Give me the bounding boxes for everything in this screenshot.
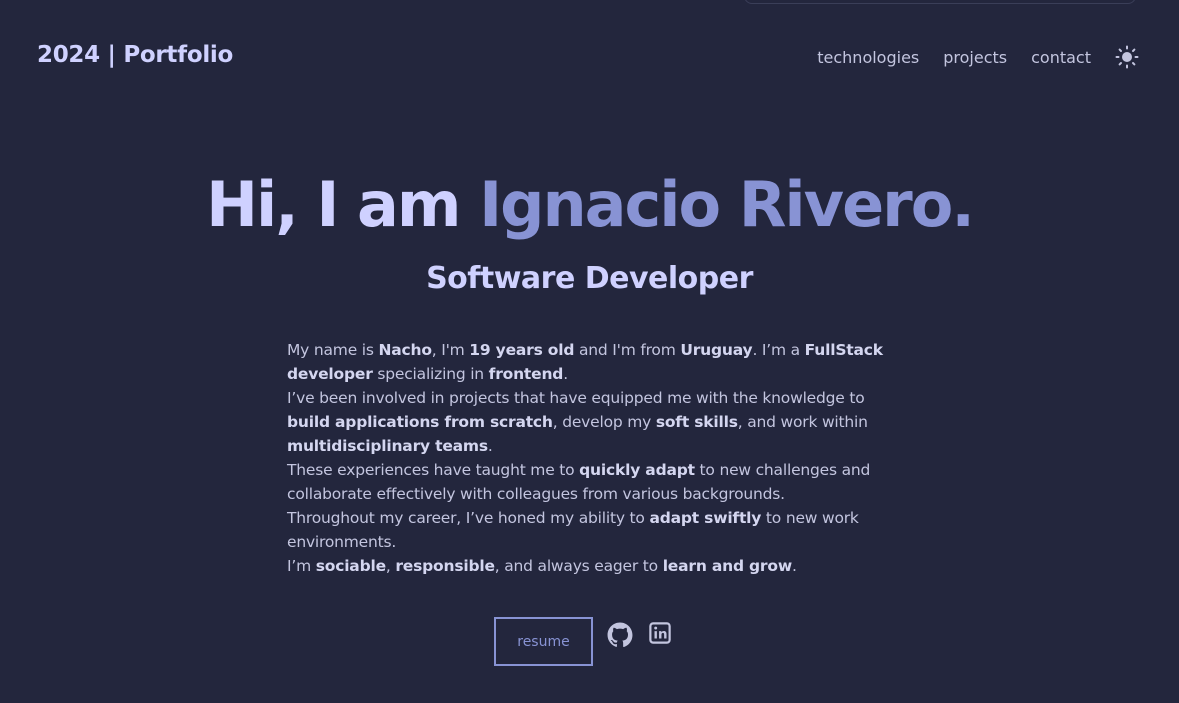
sun-icon[interactable]: [1115, 45, 1139, 69]
bio-paragraph-5: I’m sociable, responsible, and always ea…: [287, 557, 797, 575]
hero-greeting: Hi, I am: [206, 168, 480, 241]
hero-name: Ignacio Rivero.: [479, 168, 975, 241]
bio-paragraph-4: Throughout my career, I’ve honed my abil…: [287, 509, 859, 551]
bio-text: My name is Nacho, I'm 19 years old and I…: [287, 338, 892, 578]
hero-title: Hi, I am Ignacio Rivero.: [0, 168, 1179, 241]
portfolio-page: 2024 | Portfolio technologies projects c…: [0, 0, 1179, 703]
github-icon[interactable]: [607, 622, 633, 648]
hero-actions: resume: [494, 617, 673, 666]
site-logo[interactable]: 2024 | Portfolio: [37, 42, 233, 68]
main-nav: technologies projects contact: [817, 45, 1139, 69]
bio-paragraph-2: I’ve been involved in projects that have…: [287, 389, 868, 455]
linkedin-icon[interactable]: [647, 620, 673, 646]
bio-paragraph-1: My name is Nacho, I'm 19 years old and I…: [287, 341, 883, 383]
hero-subtitle: Software Developer: [426, 261, 753, 296]
nav-technologies[interactable]: technologies: [817, 48, 919, 67]
bio-paragraph-3: These experiences have taught me to quic…: [287, 461, 871, 503]
nav-projects[interactable]: projects: [943, 48, 1007, 67]
site-header: 2024 | Portfolio technologies projects c…: [0, 0, 1179, 112]
nav-contact[interactable]: contact: [1031, 48, 1091, 67]
resume-button[interactable]: resume: [494, 617, 593, 666]
